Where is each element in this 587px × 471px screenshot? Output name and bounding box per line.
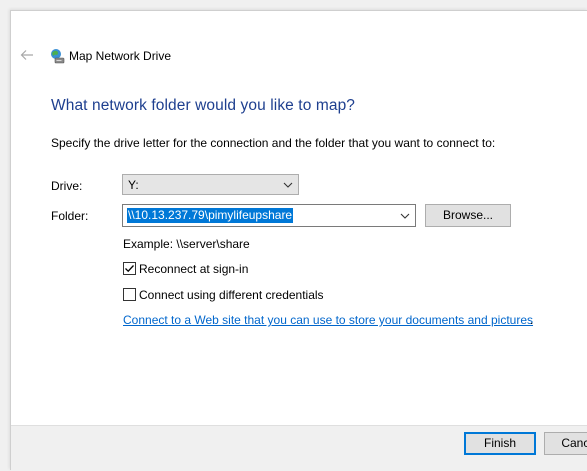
reconnect-checkbox[interactable] [123,262,136,275]
background-strip-left [0,0,10,469]
instructions-text: Specify the drive letter for the connect… [51,136,496,150]
link-period: . [530,313,534,327]
dialog-footer: Finish Cancel [11,425,587,471]
checkmark-icon [125,265,134,273]
finish-button[interactable]: Finish [464,432,536,455]
different-credentials-label[interactable]: Connect using different credentials [139,288,324,302]
browse-button[interactable]: Browse... [425,204,511,227]
example-text: Example: \\server\share [123,237,250,251]
drive-label: Drive: [51,179,83,193]
folder-input-value: \\10.13.237.79\pimylifeupshare [127,208,294,223]
folder-label: Folder: [51,209,89,223]
back-arrow-icon[interactable] [19,47,35,63]
web-site-link[interactable]: Connect to a Web site that you can use t… [123,313,533,327]
drive-select[interactable]: Y: [122,174,299,195]
different-credentials-checkbox[interactable] [123,288,136,301]
chevron-down-icon [282,179,294,191]
chevron-down-icon[interactable] [399,210,411,222]
cancel-button[interactable]: Cancel [544,432,587,455]
background-strip-top [0,0,587,10]
reconnect-label[interactable]: Reconnect at sign-in [139,262,248,276]
map-network-drive-dialog: Map Network Drive What network folder wo… [10,10,587,471]
drive-select-value: Y: [128,178,139,192]
network-drive-icon [49,48,65,64]
page-heading: What network folder would you like to ma… [51,97,356,114]
folder-input[interactable]: \\10.13.237.79\pimylifeupshare [122,204,416,227]
window-title: Map Network Drive [69,49,172,63]
